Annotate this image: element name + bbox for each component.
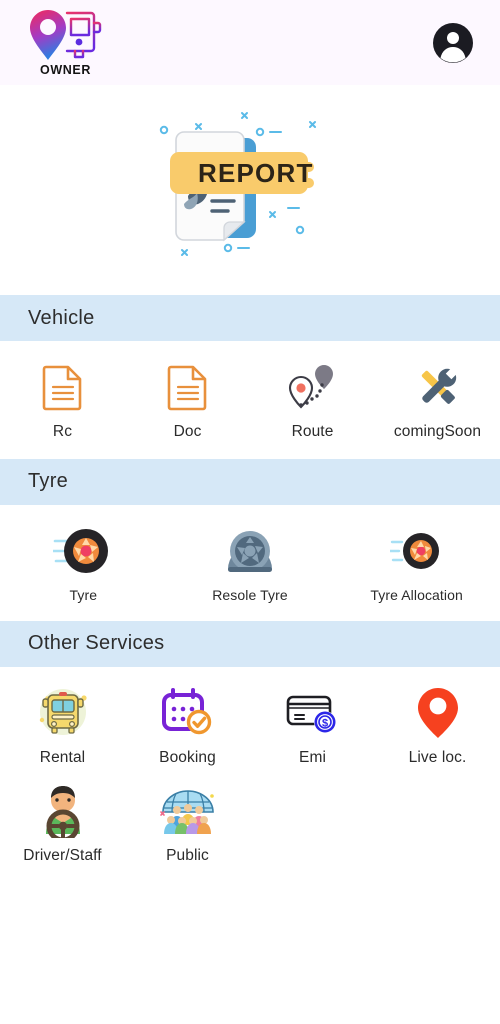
section-title-tyre: Tyre — [28, 470, 69, 493]
tile-label-rc: Rc — [52, 423, 73, 440]
tile-label-resole-tyre: Resole Tyre — [212, 586, 288, 603]
document-orange-icon — [42, 359, 84, 415]
section-grid-other-services: Rental Booking $ Emi Live loc. Driver/St… — [0, 666, 500, 883]
tile-tyre[interactable]: Tyre — [0, 519, 167, 615]
tile-label-doc: Doc — [173, 423, 202, 440]
section-header-tyre: Tyre — [0, 458, 500, 505]
tile-label-route: Route — [291, 423, 334, 440]
brand-name-label: OWNER — [40, 63, 91, 78]
driver-steering-wheel-icon — [36, 783, 90, 839]
route-pins-icon — [288, 359, 338, 415]
section-grid-vehicle: Rc Doc Route comingSoon — [0, 341, 500, 459]
tile-tyre-allocation[interactable]: Tyre Allocation — [333, 519, 500, 615]
section-header-other-services: Other Services — [0, 620, 500, 667]
tile-rental[interactable]: Rental — [0, 681, 125, 779]
tile-live-location[interactable]: Live loc. — [375, 681, 500, 779]
section-title-other-services: Other Services — [28, 632, 165, 655]
tile-rc[interactable]: Rc — [0, 355, 125, 453]
tile-route[interactable]: Route — [250, 355, 375, 453]
tile-label-live-location: Live loc. — [408, 748, 467, 766]
tile-label-tyre: Tyre — [69, 586, 98, 603]
section-title-vehicle: Vehicle — [28, 306, 95, 329]
tile-label-emi: Emi — [299, 748, 326, 766]
tile-label-driver-staff: Driver/Staff — [23, 846, 102, 864]
app-header: OWNER — [0, 0, 500, 85]
credit-card-dollar-icon: $ — [285, 685, 341, 741]
tile-label-public: Public — [166, 846, 209, 864]
tile-doc[interactable]: Doc — [125, 355, 250, 453]
tyre-orange-rim-small-icon — [389, 523, 444, 579]
tile-driver-staff[interactable]: Driver/Staff — [0, 779, 125, 877]
location-pin-bus-logo-icon — [29, 10, 101, 61]
tile-label-booking: Booking — [159, 748, 216, 766]
tile-coming-soon[interactable]: comingSoon — [375, 355, 500, 453]
tile-label-tyre-allocation: Tyre Allocation — [370, 586, 463, 603]
tyre-orange-rim-icon — [53, 523, 113, 579]
map-pin-orange-icon — [416, 685, 460, 741]
bottom-blank-area — [0, 882, 500, 1024]
account-circle-icon[interactable] — [432, 22, 474, 64]
section-header-vehicle: Vehicle — [0, 295, 500, 341]
tile-booking[interactable]: Booking — [125, 681, 250, 779]
app-screen: OWNER REPORT Vehicle Rc Doc Route coming… — [0, 0, 500, 1024]
people-globe-icon — [158, 783, 218, 839]
tile-resole-tyre[interactable]: Resole Tyre — [167, 519, 334, 615]
bus-rental-icon — [35, 685, 91, 741]
brand-logo[interactable]: OWNER — [18, 8, 113, 77]
svg-text:$: $ — [321, 717, 327, 729]
document-orange-icon — [167, 359, 209, 415]
tile-label-coming-soon: comingSoon — [393, 423, 482, 440]
bus-dot-icon — [75, 38, 82, 46]
tile-public[interactable]: Public — [125, 779, 250, 877]
section-grid-tyre: Tyre Resole Tyre Tyre Allocation — [0, 504, 500, 621]
tile-label-rental: Rental — [39, 748, 86, 766]
report-document-illustration-icon: REPORT — [159, 112, 316, 256]
calendar-check-icon — [160, 685, 216, 741]
tile-emi[interactable]: $ Emi — [250, 681, 375, 779]
report-banner-text: REPORT — [198, 158, 314, 188]
wrench-screwdriver-icon — [413, 359, 463, 415]
wheel-blue-gray-icon — [224, 523, 276, 579]
report-hero-illustration: REPORT — [0, 85, 500, 295]
